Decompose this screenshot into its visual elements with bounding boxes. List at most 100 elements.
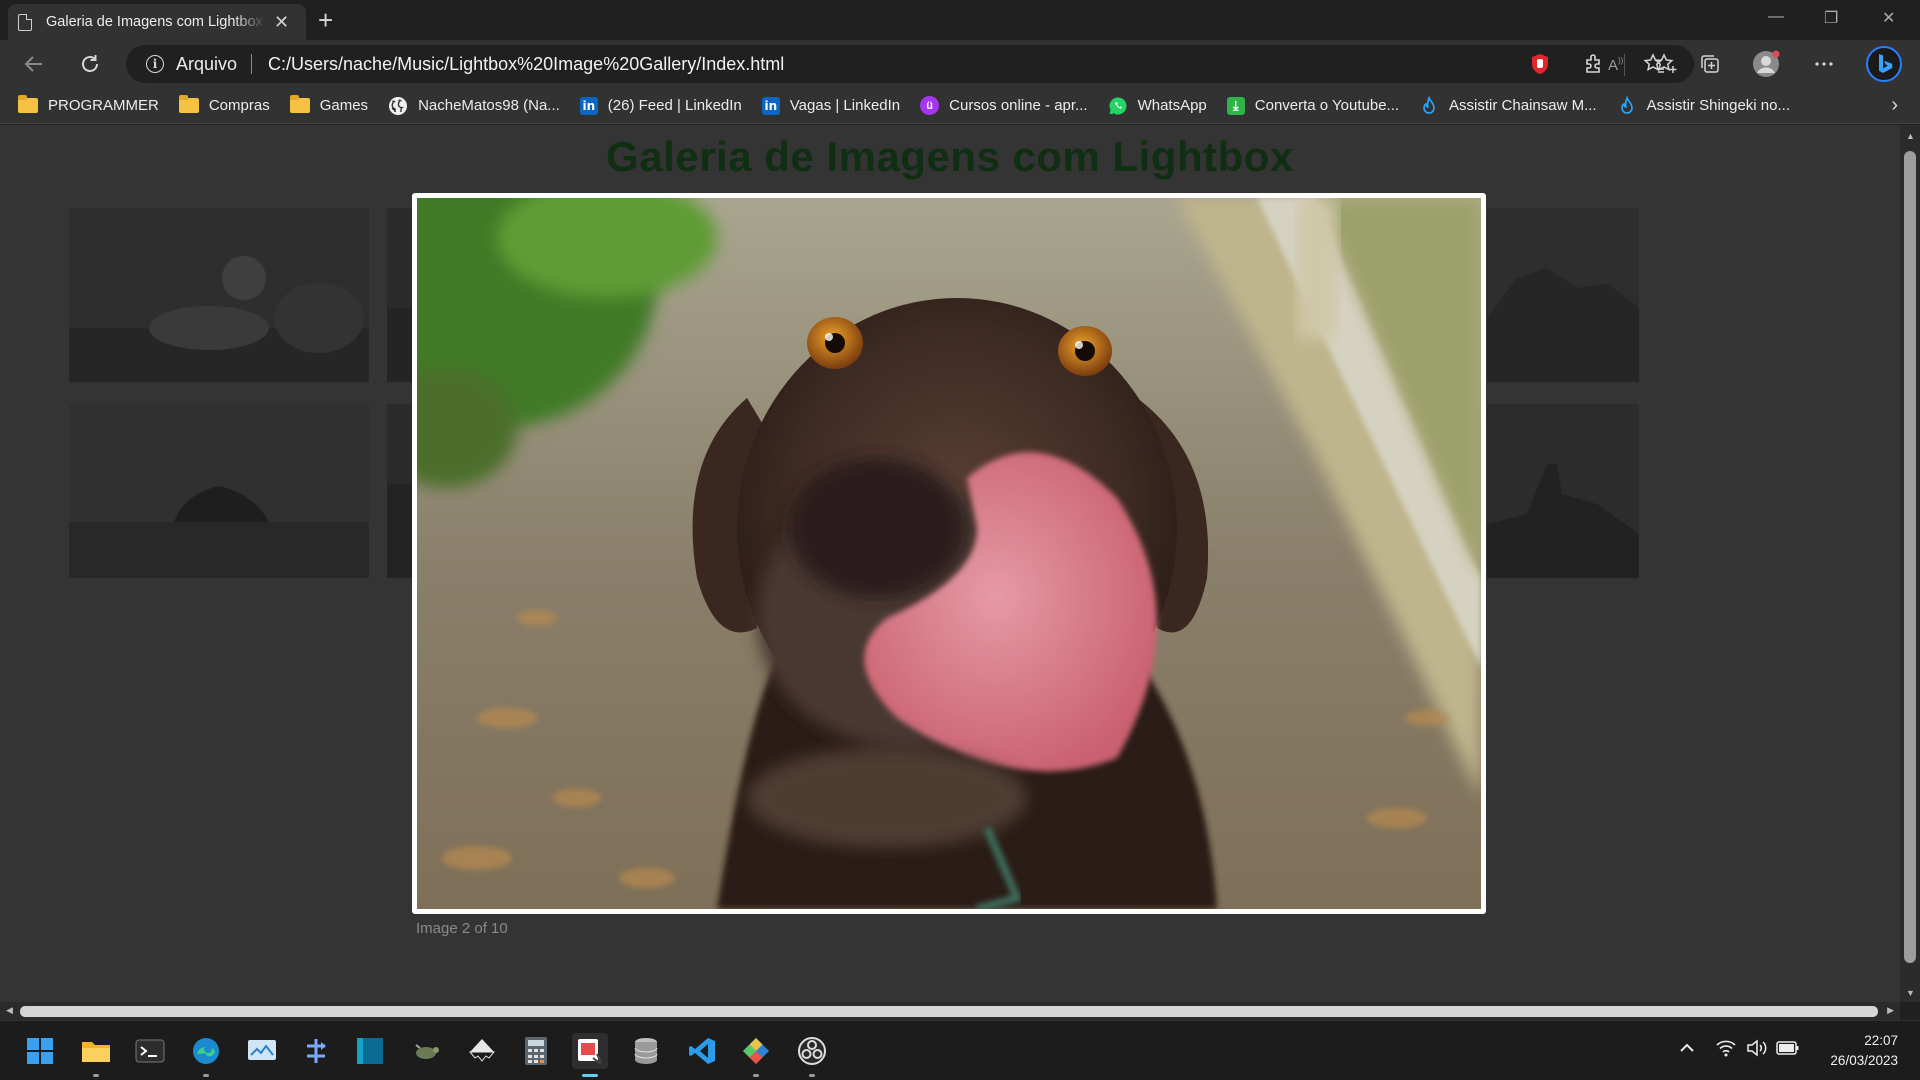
git-diamond-icon [743,1038,769,1064]
bookmark-udemy[interactable]: ü Cursos online - apr... [920,96,1088,115]
bookmark-shingeki[interactable]: Assistir Shingeki no... [1617,95,1790,116]
taskbar-git-kraken[interactable] [738,1033,774,1077]
vertical-scrollbar[interactable]: ▲ ▼ [1900,125,1920,1002]
wifi-icon[interactable] [1716,1039,1736,1062]
bookmarks-overflow-chevron-icon[interactable]: › [1891,94,1898,117]
file-explorer-icon [82,1042,110,1062]
download-icon: ⤓ [1226,96,1245,115]
bookmark-label: Compras [208,97,270,114]
running-indicator [753,1074,759,1077]
taskbar-photos[interactable] [244,1033,280,1069]
new-tab-button[interactable]: + [318,5,333,36]
browser-tab[interactable]: Galeria de Imagens com Lightbox ✕ [8,4,306,40]
system-clock[interactable]: 22:07 26/03/2023 [1830,1031,1898,1071]
bookmark-programmer[interactable]: PROGRAMMER [18,95,159,114]
bookmark-linkedin-jobs[interactable]: in Vagas | LinkedIn [761,96,901,115]
tab-close-icon[interactable]: ✕ [274,12,289,33]
close-window-button[interactable]: ✕ [1882,8,1895,28]
bookmark-label: Converta o Youtube... [1254,97,1400,114]
bing-chat-icon[interactable] [1866,46,1902,82]
start-button[interactable] [22,1033,58,1069]
bookmark-linkedin-feed[interactable]: in (26) Feed | LinkedIn [579,96,742,115]
taskbar-editor[interactable] [352,1033,388,1069]
taskbar-vscode[interactable] [684,1033,720,1069]
bookmarks-bar: PROGRAMMER Compras Games NacheMatos98 (N… [0,88,1920,124]
adblock-extension-icon[interactable] [1526,50,1554,78]
bookmark-whatsapp[interactable]: WhatsApp [1108,96,1207,116]
refresh-button[interactable] [76,50,104,78]
bookmark-github[interactable]: NacheMatos98 (Na... [388,96,560,116]
folder-icon [289,95,310,113]
bookmark-chainsaw-man[interactable]: Assistir Chainsaw M... [1419,95,1597,116]
profile-avatar[interactable] [1752,50,1780,78]
bookmark-label: Assistir Shingeki no... [1646,97,1790,114]
horizontal-scroll-thumb[interactable] [20,1006,1878,1017]
obs-icon [798,1037,826,1065]
taskbar-edge[interactable] [188,1033,224,1077]
turtle-game-icon [415,1044,439,1059]
dog-photo [417,198,1481,909]
volume-icon[interactable] [1746,1039,1768,1062]
address-url[interactable]: C:/Users/nache/Music/Lightbox%20Image%20… [268,54,784,75]
refresh-icon [82,55,98,72]
clock-time: 22:07 [1864,1033,1898,1048]
bookmark-youtube-converter[interactable]: ⤓ Converta o Youtube... [1226,96,1400,115]
taskbar-terminal[interactable] [132,1033,168,1069]
folder-icon [18,95,38,113]
edge-browser-icon [193,1038,219,1064]
taskbar-file-explorer[interactable] [78,1033,114,1077]
bookmark-label: Vagas | LinkedIn [789,97,901,114]
vertical-scroll-thumb[interactable] [1904,151,1916,963]
address-bar[interactable]: i Arquivo C:/Users/nache/Music/Lightbox%… [126,45,1694,83]
bookmark-compras[interactable]: Compras [178,95,270,114]
taskbar-obs[interactable] [794,1033,830,1077]
address-separator [251,54,253,74]
restore-button[interactable]: ❐ [1824,8,1838,28]
svg-text:A: A [1608,57,1618,74]
clock-date: 26/03/2023 [1830,1053,1898,1068]
taskbar-calculator[interactable] [518,1033,554,1069]
scroll-down-arrow-icon[interactable]: ▼ [1906,988,1915,998]
svg-text:)): )) [1618,56,1624,65]
terminal-icon [135,1039,165,1063]
bookmark-label: (26) Feed | LinkedIn [607,97,742,114]
running-indicator [582,1074,598,1077]
taskbar-inkscape[interactable] [464,1033,500,1069]
battery-icon[interactable] [1776,1040,1800,1061]
more-options-icon[interactable] [1810,50,1838,78]
taskbar-git-tool[interactable] [298,1033,334,1069]
bookmark-label: WhatsApp [1137,97,1207,114]
vector-tool-icon [468,1039,496,1062]
snipping-tool-icon [578,1039,602,1065]
minimize-button[interactable]: — [1768,8,1784,26]
favorites-icon[interactable] [1640,50,1668,78]
lightbox-image[interactable] [417,198,1481,909]
info-icon[interactable]: i [146,55,164,73]
windows-logo-icon [27,1038,53,1064]
windows-taskbar: 22:07 26/03/2023 [0,1020,1920,1080]
browser-tab-bar: Galeria de Imagens com Lightbox ✕ + — ❐ … [0,0,1920,40]
database-icon [634,1038,658,1064]
github-icon [389,96,408,115]
whatsapp-icon [1109,97,1127,114]
horizontal-scrollbar[interactable]: ◀ ▶ [0,1002,1900,1020]
bookmark-label: PROGRAMMER [48,97,159,114]
taskbar-game[interactable] [408,1033,444,1069]
bookmark-label: NacheMatos98 (Na... [418,97,560,114]
extensions-icon[interactable] [1580,50,1608,78]
scroll-right-arrow-icon[interactable]: ▶ [1887,1005,1894,1016]
address-scheme-label: Arquivo [176,53,238,74]
taskbar-snipping-tool[interactable] [572,1033,608,1077]
scroll-up-arrow-icon[interactable]: ▲ [1906,131,1915,141]
bookmark-label: Cursos online - apr... [949,97,1088,114]
bookmark-games[interactable]: Games [289,95,368,114]
running-indicator [93,1074,99,1077]
tray-overflow-chevron-icon[interactable] [1678,1039,1696,1062]
linkedin-icon: in [579,96,598,115]
scroll-left-arrow-icon[interactable]: ◀ [6,1005,13,1016]
toolbar-divider [1624,54,1625,76]
running-indicator [203,1074,209,1077]
taskbar-database[interactable] [628,1033,664,1069]
back-button[interactable] [20,50,48,78]
collections-icon[interactable] [1696,50,1724,78]
